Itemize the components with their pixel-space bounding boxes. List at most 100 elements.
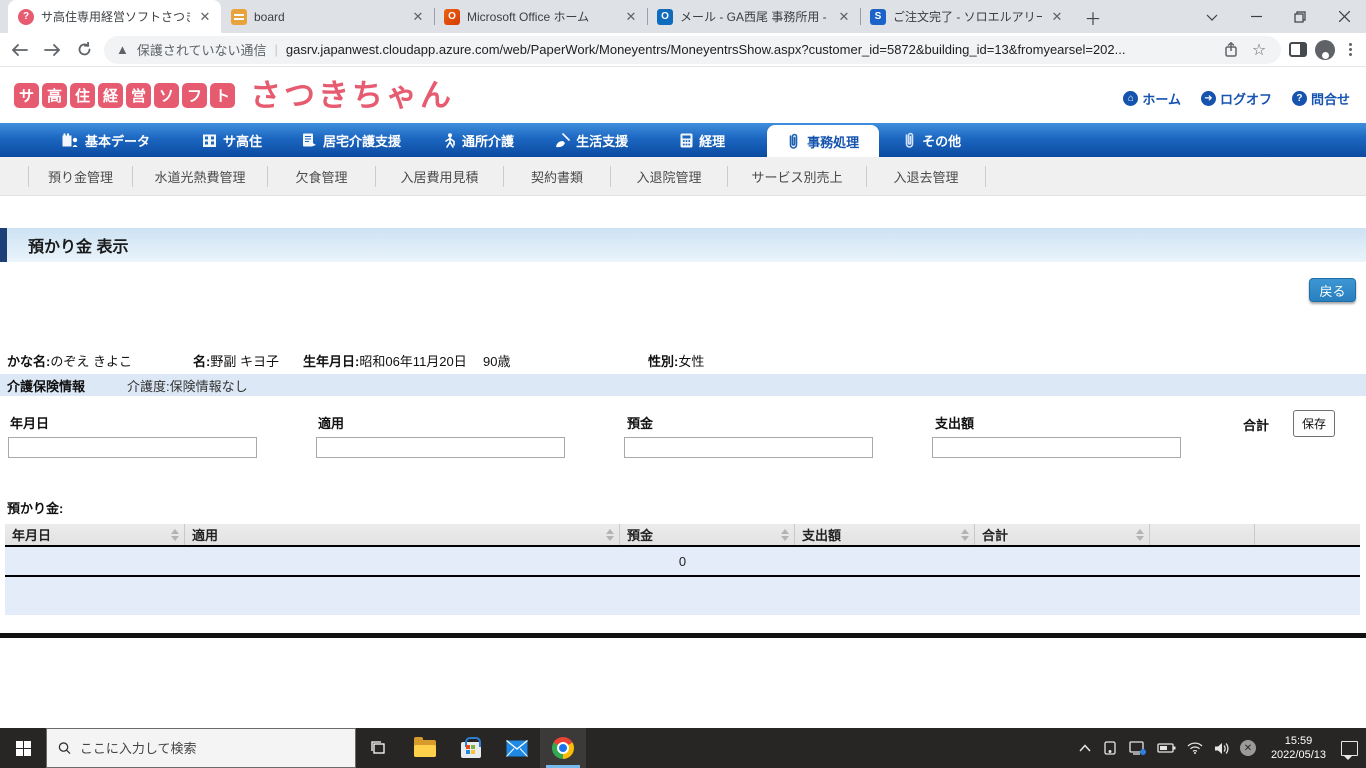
- browser-menu-icon[interactable]: [1343, 43, 1358, 56]
- share-icon[interactable]: [1221, 42, 1241, 57]
- submenu-label: 契約書類: [530, 169, 583, 185]
- nav-keiri[interactable]: 経理: [680, 123, 725, 157]
- logoff-link[interactable]: ➜ ログオフ: [1200, 89, 1272, 108]
- side-panel-icon[interactable]: [1289, 42, 1307, 57]
- tab-close-icon[interactable]: ✕: [623, 9, 639, 25]
- nav-jimu-shori-active[interactable]: 事務処理: [767, 125, 880, 157]
- submenu-nyutaikyo-kanri[interactable]: 入退去管理: [867, 165, 986, 187]
- nav-sonota[interactable]: その他: [903, 123, 961, 157]
- profile-avatar[interactable]: [1315, 39, 1335, 60]
- home-icon: ⌂: [1123, 91, 1139, 106]
- volume-icon[interactable]: [1214, 742, 1229, 755]
- update-status-icon[interactable]: [1129, 741, 1146, 755]
- table-footer-area: [5, 577, 1360, 615]
- omnibox[interactable]: ▲ 保護されていない通信 | gasrv.japanwest.cloudapp.…: [104, 35, 1281, 64]
- sort-icon[interactable]: [961, 528, 969, 541]
- tab-mail[interactable]: O メール - GA西尾 事務所用 - O ✕: [647, 0, 860, 33]
- tab-close-icon[interactable]: ✕: [836, 9, 852, 25]
- chrome-button[interactable]: [540, 728, 586, 768]
- mail-button[interactable]: [494, 728, 540, 768]
- col-header-expense[interactable]: 支出額: [795, 524, 975, 545]
- taskbar-clock[interactable]: 15:59 2022/05/13: [1267, 734, 1330, 762]
- forward-icon[interactable]: [40, 38, 64, 62]
- action-center-icon[interactable]: [1341, 740, 1358, 760]
- save-button[interactable]: 保存: [1293, 410, 1335, 437]
- submenu-azukarikin-kanri[interactable]: 預り金管理: [28, 165, 133, 187]
- nav-sakoju[interactable]: サ高住: [202, 123, 262, 157]
- tab-board[interactable]: board ✕: [221, 0, 434, 33]
- insurance-detail: 介護度:保険情報なし: [127, 378, 248, 394]
- logo-box: ト: [210, 83, 235, 108]
- nav-tsusho-kaigo[interactable]: 通所介護: [443, 123, 514, 157]
- file-explorer-button[interactable]: [402, 728, 448, 768]
- not-secure-warning-icon[interactable]: ▲: [116, 42, 129, 57]
- submenu-nyutaiin-kanri[interactable]: 入退院管理: [611, 165, 728, 187]
- back-icon[interactable]: [8, 38, 32, 62]
- microsoft-store-button[interactable]: [448, 728, 494, 768]
- submenu-service-betsu-uriage[interactable]: サービス別売上: [728, 165, 867, 187]
- tab-close-icon[interactable]: ✕: [1049, 9, 1065, 25]
- search-input[interactable]: [79, 740, 344, 756]
- sort-icon[interactable]: [1136, 528, 1144, 541]
- close-window-button[interactable]: [1322, 0, 1366, 33]
- minimize-button[interactable]: [1234, 0, 1278, 33]
- bookmark-star-icon[interactable]: ☆: [1249, 40, 1269, 60]
- desc-input[interactable]: [316, 437, 565, 458]
- security-label[interactable]: 保護されていない通信: [137, 40, 267, 59]
- submenu-suido-konetsuhi[interactable]: 水道光熱費管理: [133, 165, 268, 187]
- sort-icon[interactable]: [171, 528, 179, 541]
- tab-title: Microsoft Office ホーム: [467, 10, 590, 24]
- nav-seikatsu-shien[interactable]: 生活支援: [554, 123, 628, 157]
- nav-basic-data[interactable]: 基本データ: [62, 123, 150, 157]
- header-links: ⌂ ホーム ➜ ログオフ ? 問合せ: [1123, 89, 1350, 108]
- home-link-label: ホーム: [1142, 92, 1181, 107]
- taskbar-search-box[interactable]: [46, 728, 356, 768]
- restore-button[interactable]: [1278, 0, 1322, 33]
- tray-expand-chevron-icon[interactable]: [1079, 744, 1091, 752]
- col-label: 適用: [192, 528, 219, 543]
- wifi-icon[interactable]: [1187, 742, 1203, 754]
- new-tab-button[interactable]: ＋: [1079, 3, 1107, 31]
- row-total-value: 0: [678, 553, 687, 569]
- home-link[interactable]: ⌂ ホーム: [1123, 89, 1181, 108]
- logoff-link-label: ログオフ: [1219, 92, 1272, 107]
- col-header-deposit[interactable]: 預金: [620, 524, 795, 545]
- tab-satsuki[interactable]: ? サ高住専用経営ソフトさつきちゃ ✕: [8, 0, 221, 33]
- nav-kyotaku-kaigo[interactable]: 居宅介護支援: [302, 123, 401, 157]
- logo-box: フ: [182, 83, 207, 108]
- battery-icon[interactable]: [1157, 742, 1176, 754]
- contact-link[interactable]: ? 問合せ: [1291, 89, 1350, 108]
- sort-icon[interactable]: [781, 528, 789, 541]
- url-text[interactable]: gasrv.japanwest.cloudapp.azure.com/web/P…: [286, 42, 1213, 57]
- task-view-button[interactable]: [356, 728, 402, 768]
- tab-order[interactable]: S ご注文完了 - ソロエルアリーナ P ✕: [860, 0, 1073, 33]
- submenu-nyukyo-hiyo-mitsumori[interactable]: 入居費用見積: [376, 165, 504, 187]
- col-header-total[interactable]: 合計: [975, 524, 1150, 545]
- expense-input[interactable]: [932, 437, 1181, 458]
- name-label: 名:: [193, 354, 211, 369]
- nav-label: 通所介護: [462, 133, 515, 149]
- col-header-desc[interactable]: 適用: [185, 524, 620, 545]
- reload-icon[interactable]: [72, 38, 96, 62]
- cast-screen-icon[interactable]: [1102, 741, 1118, 755]
- nav-label: 事務処理: [807, 134, 860, 150]
- back-button[interactable]: 戻る: [1309, 278, 1356, 302]
- tab-office[interactable]: O Microsoft Office ホーム ✕: [434, 0, 647, 33]
- network-offline-icon[interactable]: ✕: [1239, 740, 1256, 756]
- tab-title: board: [254, 9, 285, 24]
- app-header: サ 高 住 経 営 ソ フ ト さつきちゃん ⌂ ホーム ➜ ログオフ ? 問合せ: [0, 67, 1366, 123]
- date-input[interactable]: [8, 437, 257, 458]
- tab-search-chevron-icon[interactable]: [1190, 0, 1234, 33]
- submenu-label: 欠食管理: [295, 169, 348, 185]
- start-button[interactable]: [0, 728, 46, 768]
- sort-icon[interactable]: [606, 528, 614, 541]
- submenu-kesshoku-kanri[interactable]: 欠食管理: [268, 165, 376, 187]
- deposit-input[interactable]: [624, 437, 873, 458]
- submenu-keiyaku-shorui[interactable]: 契約書類: [504, 165, 611, 187]
- tab-close-icon[interactable]: ✕: [197, 9, 213, 25]
- col-header-date[interactable]: 年月日: [5, 524, 185, 545]
- total-label: 合計: [1243, 418, 1270, 433]
- col-label: 合計: [982, 528, 1009, 543]
- submenu-label: サービス別売上: [751, 169, 843, 185]
- tab-close-icon[interactable]: ✕: [410, 9, 426, 25]
